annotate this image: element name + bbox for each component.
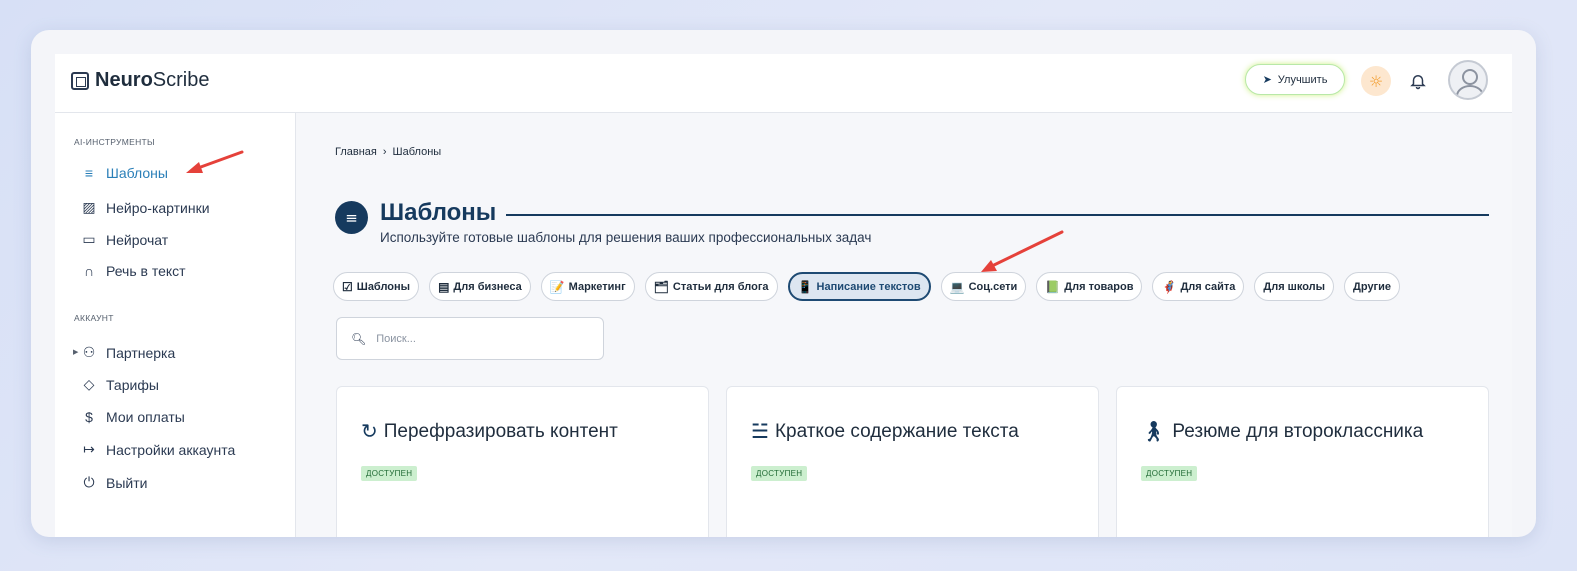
arrow-to-templates xyxy=(186,150,244,173)
arrow-to-writing-texts-chip xyxy=(981,230,1064,272)
annotation-arrows xyxy=(186,150,1064,272)
